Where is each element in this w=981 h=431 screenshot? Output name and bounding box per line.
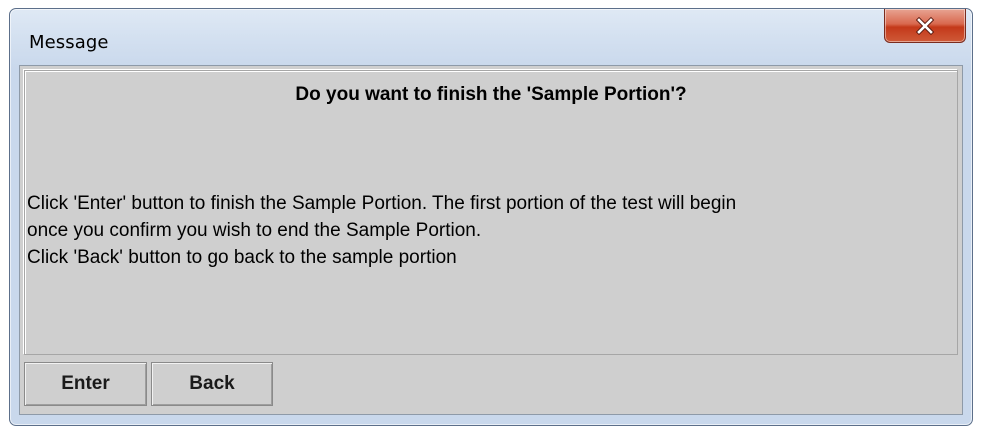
button-bar: Enter Back	[24, 362, 277, 406]
message-panel: Do you want to finish the 'Sample Portio…	[24, 70, 958, 355]
message-line: Click 'Back' button to go back to the sa…	[27, 247, 457, 268]
close-button[interactable]	[884, 9, 966, 43]
message-line: Click 'Enter' button to finish the Sampl…	[27, 193, 737, 214]
close-icon	[915, 16, 935, 35]
window-title: Message	[29, 32, 109, 53]
message-body: Click 'Enter' button to finish the Sampl…	[27, 190, 955, 271]
message-heading: Do you want to finish the 'Sample Portio…	[295, 84, 687, 105]
message-line: once you confirm you wish to end the Sam…	[27, 220, 482, 241]
enter-button[interactable]: Enter	[24, 362, 147, 406]
title-bar[interactable]: Message	[10, 9, 972, 67]
back-button[interactable]: Back	[151, 362, 273, 406]
dialog-content: Do you want to finish the 'Sample Portio…	[19, 65, 963, 415]
message-dialog: Message Do you want to finish the 'Sampl…	[9, 8, 973, 426]
